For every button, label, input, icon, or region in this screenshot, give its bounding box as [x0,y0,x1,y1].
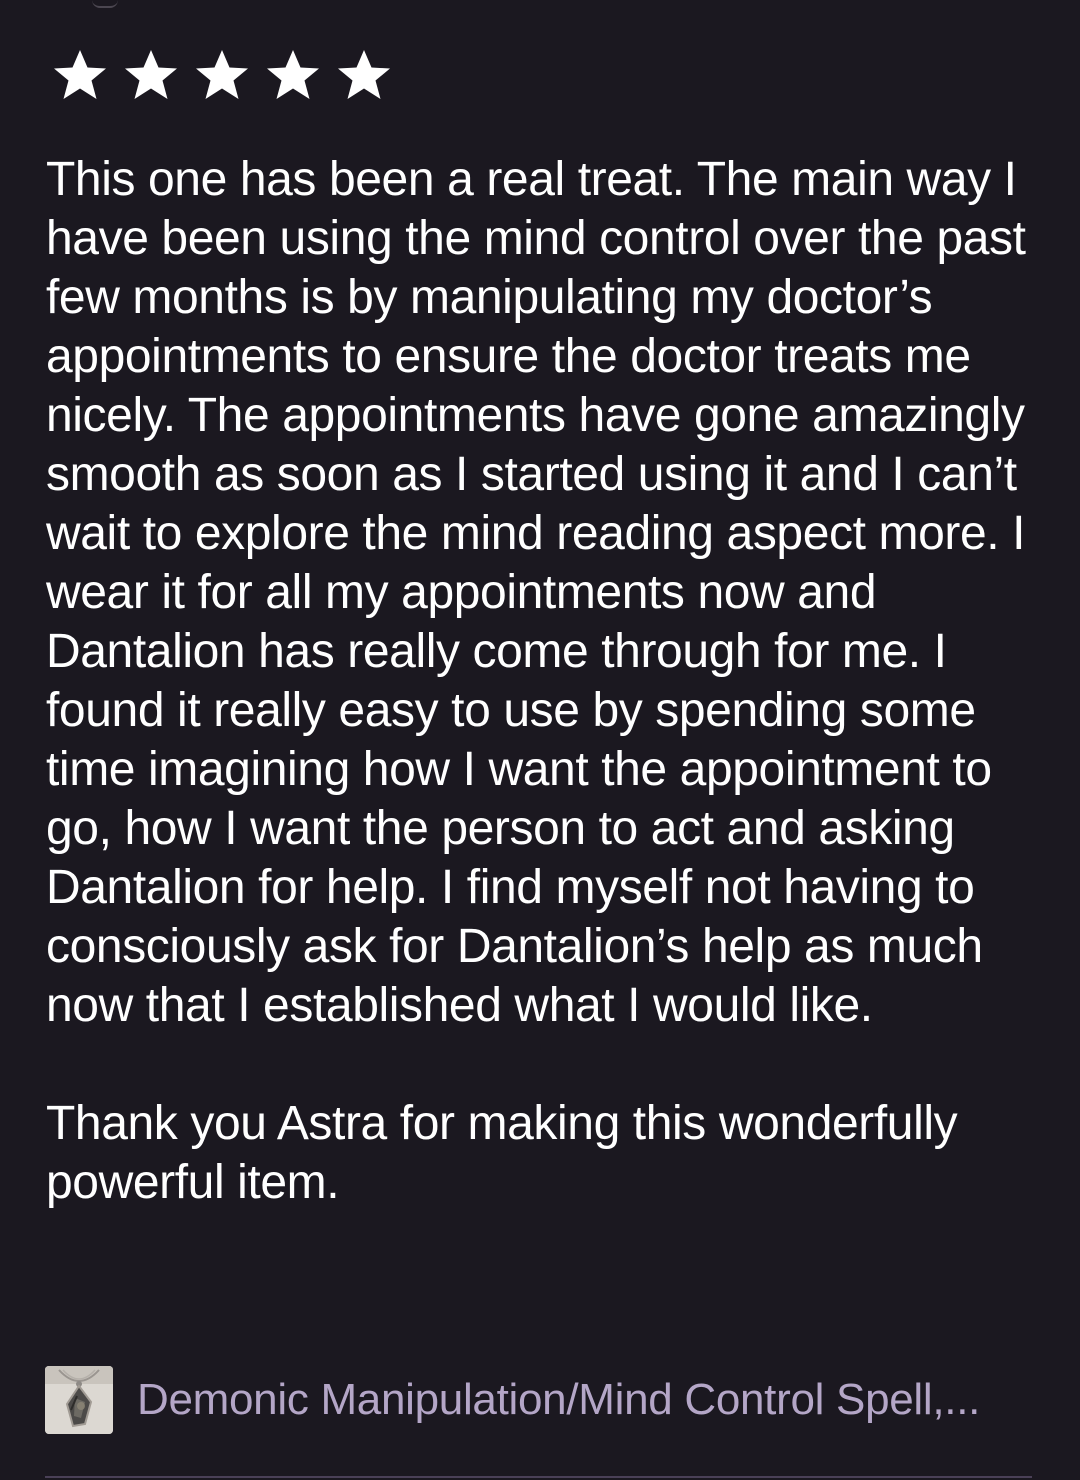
top-partial-element [92,0,118,8]
star-icon [190,44,254,108]
product-title-link[interactable]: Demonic Manipulation/Mind Control Spell,… [137,1366,1045,1434]
star-rating [48,44,396,108]
pendant-necklace-thumbnail-icon[interactable] [45,1366,113,1434]
star-icon [332,44,396,108]
reviewed-product-link[interactable]: Demonic Manipulation/Mind Control Spell,… [45,1366,1045,1434]
review-paragraph: This one has been a real treat. The main… [46,153,1026,1032]
star-icon [119,44,183,108]
review-paragraph: Thank you Astra for making this wonderfu… [46,1097,958,1209]
star-icon [48,44,112,108]
divider [45,1476,1032,1478]
star-icon [261,44,325,108]
review-body: This one has been a real treat. The main… [46,150,1056,1212]
